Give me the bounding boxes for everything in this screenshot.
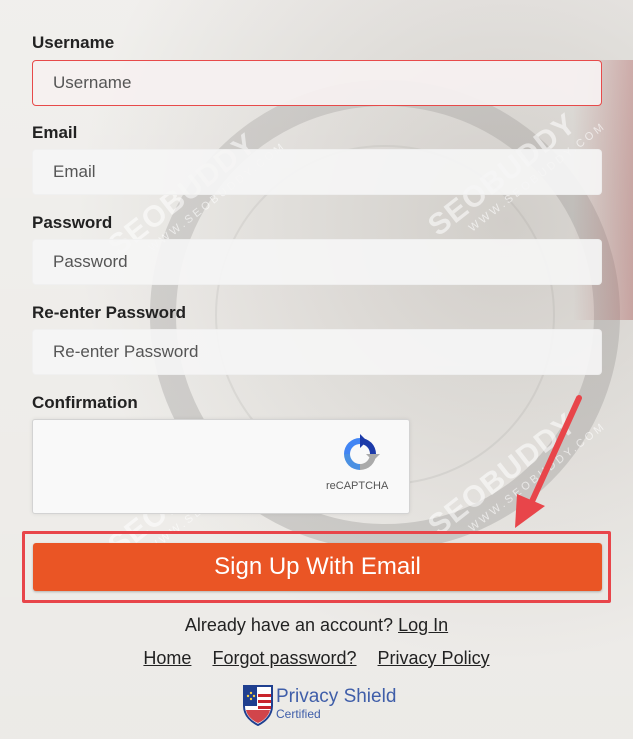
recaptcha-widget[interactable]: reCAPTCHA bbox=[32, 419, 410, 514]
username-input[interactable]: Username bbox=[32, 60, 602, 106]
already-have-account: Already have an account? Log In bbox=[0, 615, 633, 636]
privacy-shield-title: Privacy Shield bbox=[276, 686, 397, 707]
footer-links: Home Forgot password? Privacy Policy bbox=[0, 648, 633, 669]
home-link[interactable]: Home bbox=[143, 648, 191, 668]
sign-up-with-email-button[interactable]: Sign Up With Email bbox=[33, 543, 602, 591]
username-label: Username bbox=[32, 33, 115, 52]
forgot-password-link[interactable]: Forgot password? bbox=[212, 648, 356, 668]
password-input[interactable]: Password bbox=[32, 239, 602, 285]
privacy-shield-subtitle: Certified bbox=[276, 707, 321, 721]
annotation-arrow-icon bbox=[515, 395, 582, 528]
email-input[interactable]: Email bbox=[32, 149, 602, 195]
already-have-account-text: Already have an account? bbox=[184, 615, 394, 635]
password-label: Password bbox=[32, 213, 113, 232]
log-in-link[interactable]: Log In bbox=[398, 615, 448, 635]
email-label: Email bbox=[32, 123, 78, 142]
privacy-shield-icon[interactable] bbox=[242, 684, 274, 726]
reenter-password-label: Re-enter Password bbox=[32, 303, 186, 322]
recaptcha-icon bbox=[344, 434, 380, 470]
confirmation-label: Confirmation bbox=[32, 393, 138, 412]
reenter-password-input[interactable]: Re-enter Password bbox=[32, 329, 602, 375]
privacy-policy-link[interactable]: Privacy Policy bbox=[378, 648, 490, 668]
recaptcha-caption: reCAPTCHA bbox=[326, 480, 389, 492]
